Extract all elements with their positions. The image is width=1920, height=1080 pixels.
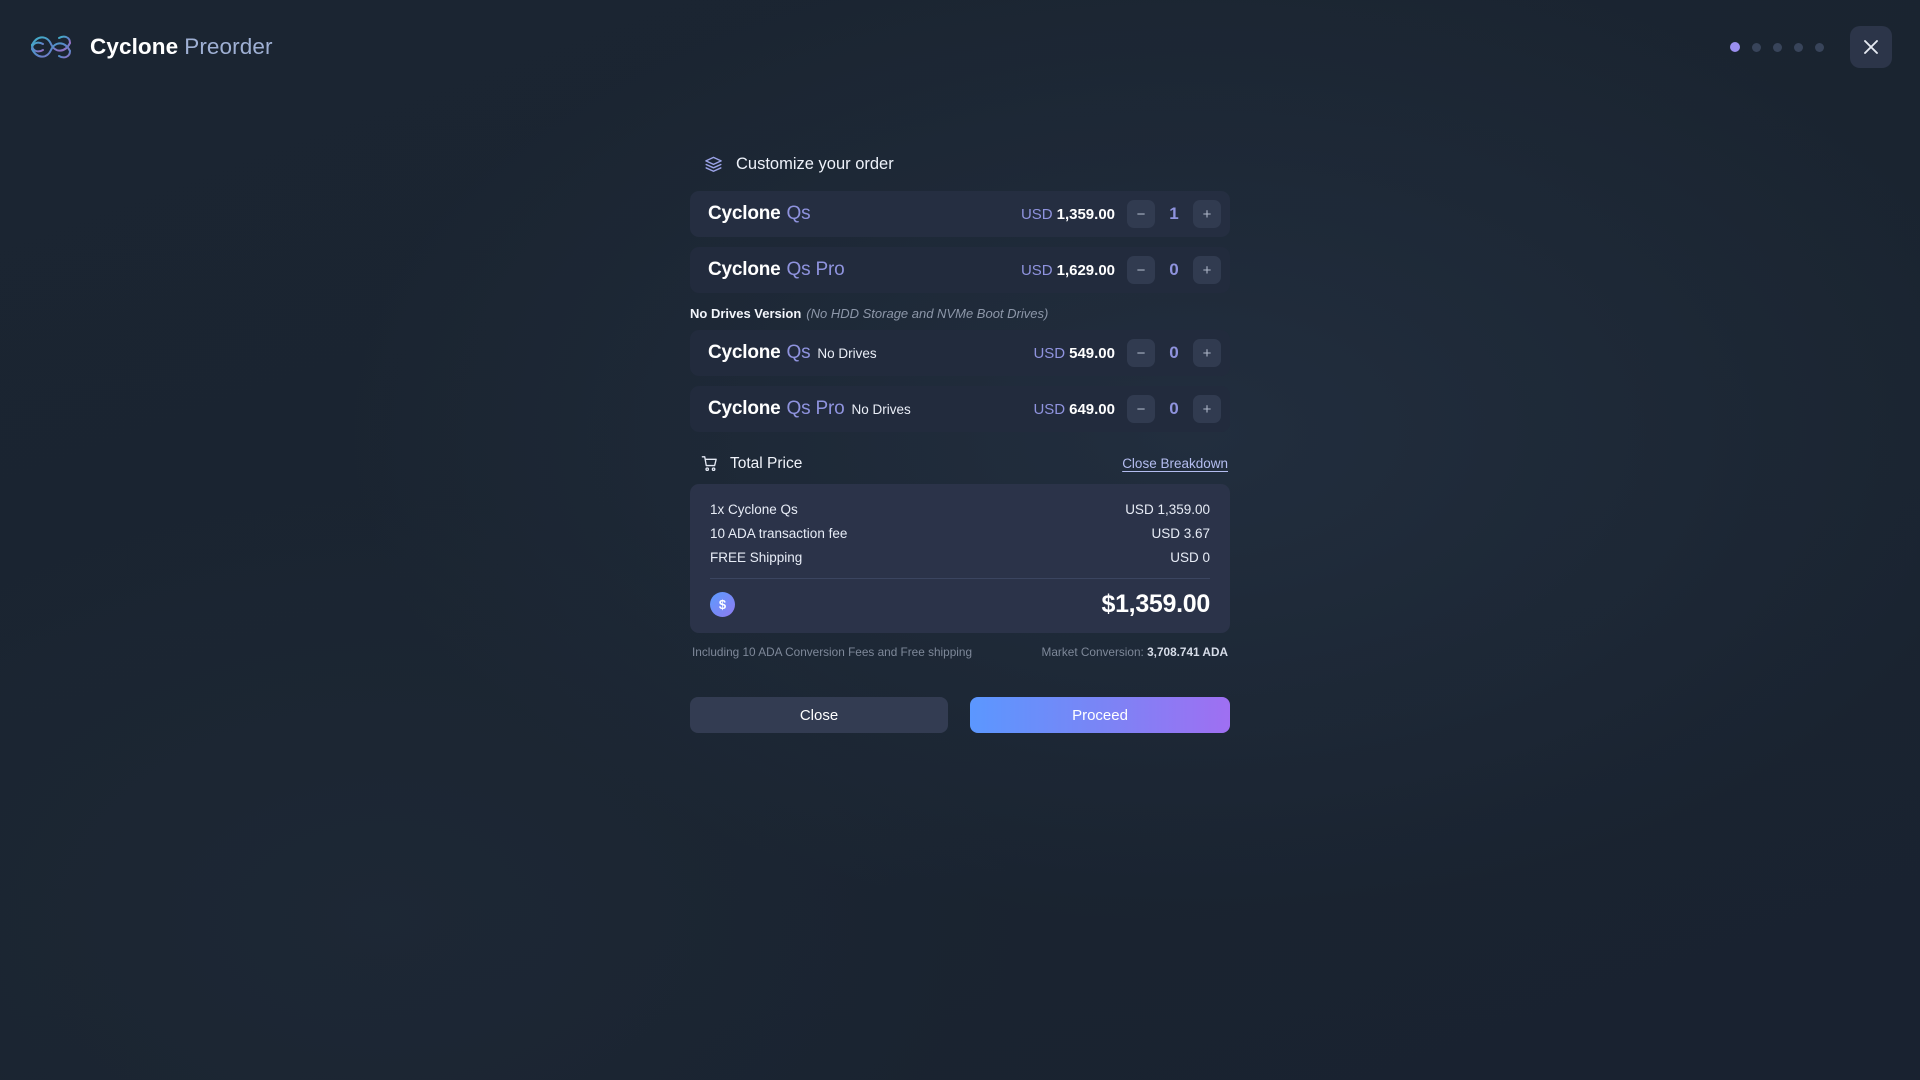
product-name-primary: Cyclone — [708, 203, 781, 224]
increment-button[interactable]: + — [1193, 256, 1221, 284]
close-dialog-button[interactable] — [1850, 26, 1892, 68]
brand-name: Cyclone — [90, 34, 179, 59]
shopping-cart-icon — [701, 456, 717, 472]
product-name-primary: Cyclone — [708, 398, 781, 419]
section-title: Customize your order — [736, 155, 894, 173]
increment-button[interactable]: + — [1193, 200, 1221, 228]
decrement-button[interactable]: − — [1127, 256, 1155, 284]
layers-stack-icon — [705, 156, 722, 172]
product-name-tertiary: No Drives — [817, 346, 877, 361]
product-price: USD 1,359.00 — [1021, 206, 1115, 223]
price-amount: 549.00 — [1069, 344, 1115, 362]
step-dot-3[interactable] — [1773, 42, 1782, 52]
product-name: Cyclone Qs Pro — [708, 259, 845, 281]
quantity-value: 1 — [1169, 204, 1179, 223]
price-currency: USD — [1020, 261, 1053, 279]
quantity-value: 0 — [1169, 343, 1179, 362]
brand-title: Cyclone Preorder — [90, 34, 273, 60]
dollar-coin-icon: $ — [710, 592, 735, 617]
product-name-secondary: Qs — [786, 203, 811, 224]
product-name-tertiary: No Drives — [851, 402, 911, 417]
market-conversion-label: Market Conversion: — [1041, 645, 1144, 659]
quantity-value: 0 — [1169, 260, 1179, 279]
step-dot-4[interactable] — [1794, 42, 1803, 52]
breakdown-row: 10 ADA transaction fee USD 3.67 — [710, 522, 1210, 546]
top-bar: Cyclone Preorder — [0, 0, 1920, 100]
product-row-cyclone-qs-no-drives[interactable]: Cyclone Qs No Drives USD 549.00 − 0 + — [690, 330, 1230, 376]
quantity-stepper: − 1 + — [1127, 200, 1221, 228]
footnote-left: Including 10 ADA Conversion Fees and Fre… — [692, 645, 973, 659]
dialog-actions: Close Proceed — [690, 697, 1230, 733]
total-footnote: Including 10 ADA Conversion Fees and Fre… — [690, 645, 1230, 659]
decrement-button[interactable]: − — [1127, 395, 1155, 423]
customize-order-header: Customize your order — [690, 155, 1230, 174]
quantity-stepper: − 0 + — [1127, 256, 1221, 284]
breakdown-row: FREE Shipping USD 0 — [710, 546, 1210, 570]
price-amount: 1,359.00 — [1056, 205, 1115, 223]
quantity-value: 0 — [1169, 399, 1179, 418]
price-amount: 649.00 — [1069, 400, 1115, 418]
product-price: USD 1,629.00 — [1021, 262, 1115, 279]
quantity-stepper: − 0 + — [1127, 339, 1221, 367]
product-row-cyclone-qs[interactable]: Cyclone Qs USD 1,359.00 − 1 + — [690, 191, 1230, 237]
no-drives-section-header: No Drives Version (No HDD Storage and NVM… — [690, 306, 1230, 321]
brand: Cyclone Preorder — [28, 30, 273, 64]
market-conversion-value: 3,708.741 ADA — [1147, 645, 1228, 659]
breakdown-value: USD 1,359.00 — [1125, 502, 1210, 517]
top-right-controls — [1730, 26, 1892, 68]
breakdown-label: FREE Shipping — [710, 550, 803, 565]
grand-total-row: $ $1,359.00 — [710, 578, 1210, 633]
close-button[interactable]: Close — [690, 697, 948, 733]
breakdown-value: USD 3.67 — [1151, 526, 1210, 541]
proceed-button[interactable]: Proceed — [970, 697, 1230, 733]
total-price-title: Total Price — [730, 454, 803, 472]
price-breakdown-card: 1x Cyclone Qs USD 1,359.00 10 ADA transa… — [690, 484, 1230, 633]
price-currency: USD — [1020, 205, 1053, 223]
cyclone-wave-logo-icon — [31, 35, 71, 59]
product-row-cyclone-qs-pro-no-drives[interactable]: Cyclone Qs Pro No Drives USD 649.00 − 0 + — [690, 386, 1230, 432]
brand-suffix: Preorder — [184, 34, 273, 59]
product-price: USD 649.00 — [1033, 401, 1115, 418]
product-row-cyclone-qs-pro[interactable]: Cyclone Qs Pro USD 1,629.00 − 0 + — [690, 247, 1230, 293]
breakdown-row: 1x Cyclone Qs USD 1,359.00 — [710, 498, 1210, 522]
decrement-button[interactable]: − — [1127, 339, 1155, 367]
price-currency: USD — [1033, 344, 1066, 362]
step-dot-1[interactable] — [1730, 42, 1740, 52]
product-name-secondary: Qs — [786, 342, 811, 363]
order-panel: Customize your order Cyclone Qs USD 1,359… — [690, 155, 1230, 733]
price-currency: USD — [1033, 400, 1066, 418]
product-name-primary: Cyclone — [708, 259, 781, 280]
decrement-button[interactable]: − — [1127, 200, 1155, 228]
no-drives-heading: No Drives Version — [690, 306, 802, 321]
breakdown-label: 1x Cyclone Qs — [710, 502, 798, 517]
product-name-secondary: Qs Pro — [786, 398, 845, 419]
close-x-icon — [1864, 40, 1878, 54]
product-name: Cyclone Qs No Drives — [708, 342, 877, 364]
grand-total-value: $1,359.00 — [1101, 590, 1210, 618]
step-dot-5[interactable] — [1815, 42, 1824, 52]
no-drives-note: (No HDD Storage and NVMe Boot Drives) — [806, 306, 1049, 321]
quantity-stepper: − 0 + — [1127, 395, 1221, 423]
price-amount: 1,629.00 — [1056, 261, 1115, 279]
breakdown-label: 10 ADA transaction fee — [710, 526, 848, 541]
increment-button[interactable]: + — [1193, 395, 1221, 423]
toggle-breakdown-link[interactable]: Close Breakdown — [1122, 456, 1230, 471]
breakdown-value: USD 0 — [1170, 550, 1210, 565]
product-name-primary: Cyclone — [708, 342, 781, 363]
step-dot-2[interactable] — [1752, 42, 1761, 52]
product-price: USD 549.00 — [1033, 345, 1115, 362]
product-name: Cyclone Qs Pro No Drives — [708, 398, 911, 420]
product-name: Cyclone Qs — [708, 203, 811, 225]
step-indicator — [1730, 42, 1824, 52]
footnote-right: Market Conversion: 3,708.741 ADA — [1042, 645, 1228, 659]
increment-button[interactable]: + — [1193, 339, 1221, 367]
product-name-secondary: Qs Pro — [786, 259, 845, 280]
total-price-header: Total Price Close Breakdown — [690, 454, 1230, 473]
